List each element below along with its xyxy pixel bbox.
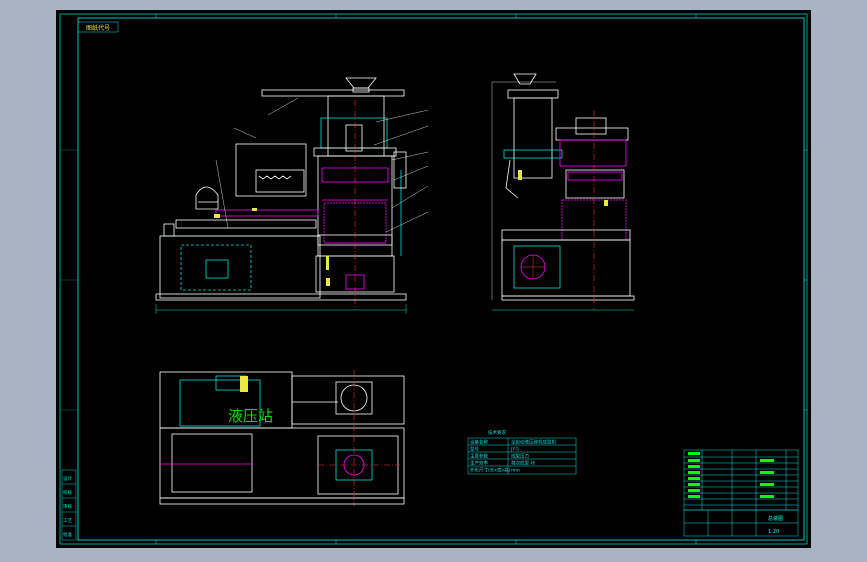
front-view <box>155 77 429 314</box>
margin-label: 设计 <box>63 475 72 482</box>
tech-row-label: 主要参数 <box>470 453 488 460</box>
margin-label: 校核 <box>63 489 72 496</box>
tech-row-value: 每次成型 块 <box>511 460 535 467</box>
drawing-scale: 1:20 <box>768 529 779 535</box>
tech-row-label: 生产效率 <box>470 460 488 467</box>
hydraulic-station-label: 液压站 <box>228 407 273 425</box>
parts-list <box>683 449 799 511</box>
tech-row-value: mm <box>511 469 520 474</box>
tech-row-value: JY-5 <box>510 447 519 453</box>
margin-label: 批准 <box>63 531 72 538</box>
tech-row-value: 全自动液压砖机成型机 <box>511 439 556 446</box>
tech-row-value: 成型压力 <box>511 453 529 460</box>
tech-table-title: 技术要求 <box>488 429 506 436</box>
code-label: 图纸代号 <box>86 24 110 32</box>
margin-label: 工艺 <box>63 518 72 524</box>
drawing-name: 总装图 <box>768 515 783 522</box>
cad-drawing: 图纸代号 液压站 技术要求 设备名称 全自动液压砖机成型机 型号 JY-5 主要… <box>59 13 808 545</box>
tech-row-label: 设备名称 <box>470 439 488 446</box>
drawing-sheet: 图纸代号 液压站 技术要求 设备名称 全自动液压砖机成型机 型号 JY-5 主要… <box>56 10 811 548</box>
side-view <box>491 73 635 311</box>
title-block <box>683 509 799 537</box>
top-view <box>159 370 405 506</box>
margin-label: 审核 <box>63 503 72 510</box>
tech-row-label: 型号 <box>470 446 479 453</box>
tech-row-label: 外形尺寸(长x宽x高) <box>470 467 511 474</box>
